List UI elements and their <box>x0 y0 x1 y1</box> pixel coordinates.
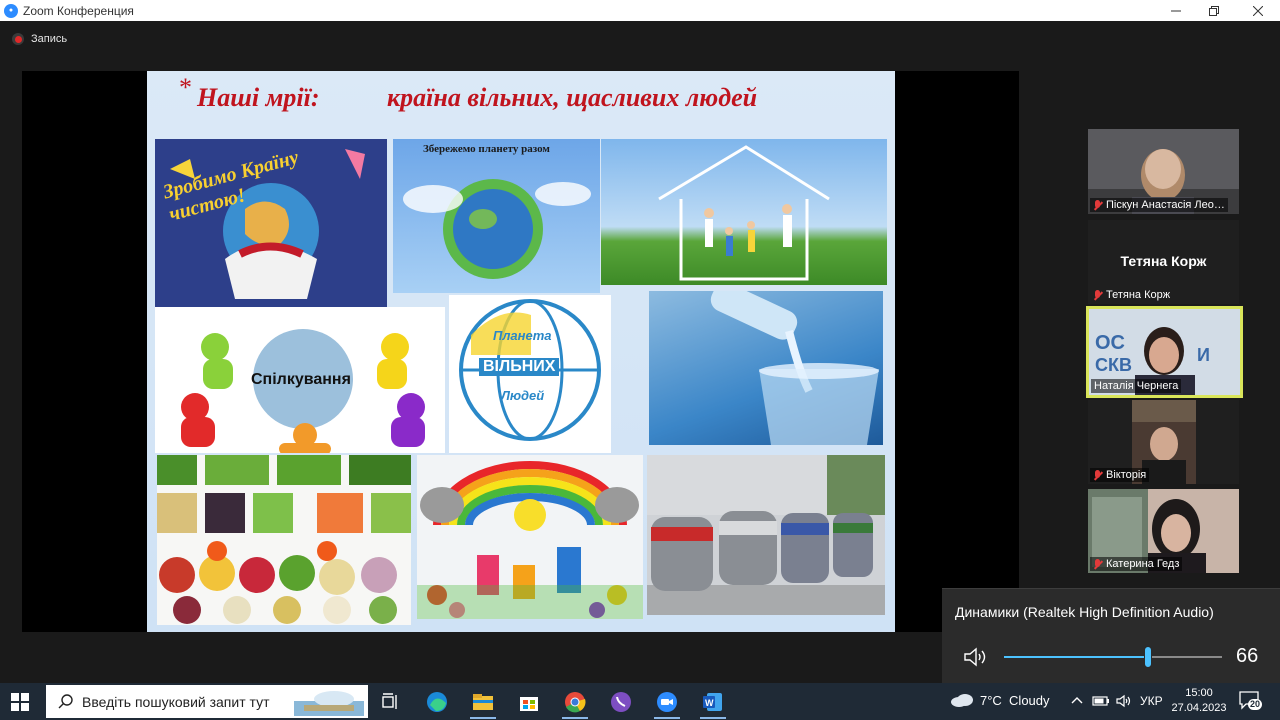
chrome-active-indicator <box>562 717 588 719</box>
recording-label: Запись <box>31 33 68 45</box>
search-icon <box>58 694 73 709</box>
family-house-illustration <box>658 145 830 281</box>
participant-tile[interactable]: Вікторія <box>1088 400 1239 484</box>
recording-indicator[interactable]: Запись <box>12 33 67 45</box>
window-title: Zoom Конференция <box>23 3 134 18</box>
participant-name: Вікторія <box>1106 469 1147 481</box>
kids-rainbow-illustration <box>417 461 643 619</box>
zoom-taskbar-icon[interactable] <box>656 691 678 713</box>
system-clock[interactable]: 15:00 27.04.2023 <box>1166 686 1232 716</box>
weather-widget[interactable]: 7°C Cloudy <box>950 692 1050 708</box>
participant-name-label: Вікторія <box>1090 468 1150 482</box>
free-people-planet-image: Планета ВІЛЬНИХ Людей <box>449 295 611 453</box>
mic-muted-icon <box>1093 199 1102 211</box>
taskbar: Введіть пошуковий запит тут W 7°C Cloudy… <box>0 683 1280 720</box>
edge-browser-icon[interactable] <box>426 691 448 713</box>
taskbar-search-box[interactable]: Введіть пошуковий запит тут <box>46 685 368 718</box>
presentation-slide: * Наші мрії: країна вільних, щасливих лю… <box>147 71 895 632</box>
clean-country-image: Зробимо Країну чистою! <box>155 139 387 311</box>
svg-text:СКВ: СКВ <box>1095 355 1132 375</box>
zoom-active-indicator <box>654 717 680 719</box>
participant-name: Піскун Анастасія Лео… <box>1106 199 1225 211</box>
weather-text: 7°C Cloudy <box>980 692 1050 708</box>
recycling-bins-image <box>647 455 885 615</box>
active-speaker-tile[interactable]: ОС СКВ И Наталія Чернега <box>1086 306 1243 398</box>
volume-slider-fill <box>1004 656 1148 658</box>
notification-count: 20 <box>1248 699 1263 710</box>
save-planet-illustration <box>403 179 591 279</box>
mic-muted-icon <box>1093 558 1102 570</box>
cloud-icon <box>951 694 973 707</box>
recording-icon <box>12 33 24 45</box>
svg-text:И: И <box>1197 345 1210 365</box>
volume-tray-icon[interactable] <box>1116 694 1132 708</box>
planet-line3: Людей <box>501 388 545 403</box>
title-bar: ● Zoom Конференция <box>0 0 1280 21</box>
windows-start-icon[interactable] <box>10 692 30 712</box>
file-explorer-icon[interactable] <box>472 691 494 713</box>
restore-icon <box>1209 5 1219 16</box>
search-highlight-icon <box>294 691 364 716</box>
clock-time: 15:00 <box>1185 687 1213 699</box>
slide-title-part2: країна вільних, щасливих людей <box>387 83 758 112</box>
planet-line1: Планета <box>493 328 552 343</box>
svg-text:W: W <box>705 698 714 708</box>
close-button[interactable] <box>1238 0 1278 21</box>
minimize-button[interactable] <box>1156 0 1196 21</box>
audio-device-name[interactable]: Динамики (Realtek High Definition Audio) <box>955 604 1214 620</box>
mic-muted-icon <box>1093 469 1102 481</box>
participant-name-label: Піскун Анастасія Лео… <box>1090 198 1228 212</box>
participant-name-label: Катерина Гедз <box>1090 557 1183 571</box>
word-active-indicator <box>700 717 726 719</box>
participant-tile[interactable]: Піскун Анастасія Лео… <box>1088 129 1239 214</box>
microsoft-store-icon[interactable] <box>518 691 540 713</box>
family-house-image <box>601 139 887 285</box>
file-explorer-active-indicator <box>470 717 496 719</box>
input-language[interactable]: УКР <box>1140 694 1163 708</box>
notification-center-button[interactable]: 20 <box>1238 690 1264 714</box>
mic-muted-icon <box>1093 289 1102 301</box>
participant-name: Катерина Гедз <box>1106 558 1180 570</box>
volume-flyout: Динамики (Realtek High Definition Audio)… <box>942 588 1280 683</box>
viber-icon[interactable] <box>610 691 632 713</box>
svg-text:ОС: ОС <box>1095 332 1125 354</box>
save-planet-text: Збережемо планету разом <box>423 143 550 155</box>
chrome-icon[interactable] <box>564 691 586 713</box>
kids-rainbow-image <box>417 455 643 619</box>
restore-button[interactable] <box>1194 0 1234 21</box>
planet-line2: ВІЛЬНИХ <box>479 358 560 376</box>
slide-title: Наші мрії: країна вільних, щасливих люде… <box>147 71 895 112</box>
participant-tile[interactable]: Катерина Гедз <box>1088 489 1239 573</box>
battery-icon[interactable] <box>1092 694 1110 708</box>
task-view-icon[interactable] <box>380 691 402 713</box>
water-glass-illustration <box>710 291 879 445</box>
volume-level: 66 <box>1236 645 1259 667</box>
recycling-bins-illustration <box>647 455 885 615</box>
clock-date: 27.04.2023 <box>1171 702 1227 714</box>
zoom-window: ● Zoom Конференция Запись * Наші мрії: к… <box>0 0 1280 683</box>
search-placeholder: Введіть пошуковий запит тут <box>82 693 270 710</box>
save-planet-image: Збережемо планету разом <box>393 139 600 293</box>
minimize-icon <box>1171 10 1181 11</box>
participant-name: Наталія Чернега <box>1094 380 1179 392</box>
close-icon <box>1253 5 1263 16</box>
participant-tile[interactable]: Тетяна Корж Тетяна Корж <box>1088 220 1239 304</box>
volume-slider-thumb[interactable] <box>1143 646 1152 668</box>
participant-name: Тетяна Корж <box>1106 289 1171 301</box>
slide-title-part1: Наші мрії: <box>197 83 320 112</box>
volume-slider[interactable] <box>1004 646 1222 668</box>
communication-image: Спілкування <box>155 307 445 453</box>
chevron-up-icon[interactable] <box>1070 695 1084 705</box>
communication-text: Спілкування <box>251 371 351 388</box>
water-glass-image <box>649 291 883 445</box>
zoom-app-icon: ● <box>4 3 18 18</box>
vegetables-image <box>157 455 411 625</box>
participant-name-label: Тетяна Корж <box>1090 288 1173 302</box>
participant-display-name: Тетяна Корж <box>1120 253 1207 269</box>
speaker-icon[interactable] <box>964 647 988 667</box>
vegetables-illustration <box>157 455 411 624</box>
participant-name-label: Наталія Чернега <box>1091 379 1182 393</box>
word-icon[interactable]: W <box>702 691 724 713</box>
